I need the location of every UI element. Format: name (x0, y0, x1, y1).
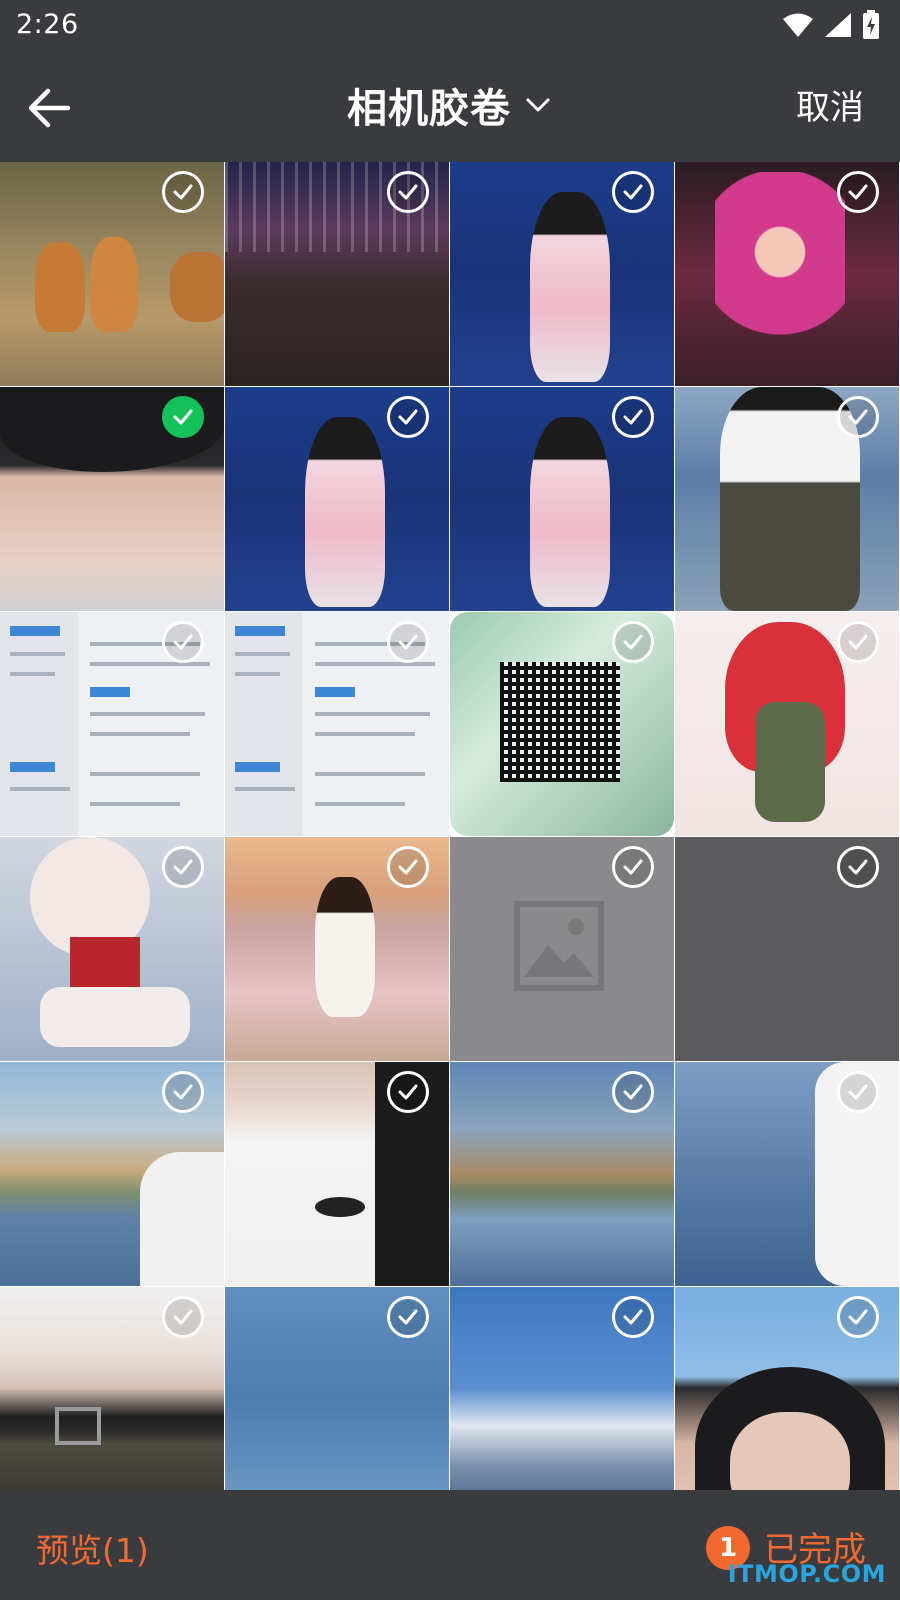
check-icon (398, 1309, 418, 1325)
select-checkbox[interactable] (162, 846, 204, 888)
select-checkbox[interactable] (162, 621, 204, 663)
select-checkbox[interactable] (837, 1296, 879, 1338)
cancel-button[interactable]: 取消 (796, 80, 864, 129)
grid-item-19[interactable] (675, 1062, 899, 1286)
select-checkbox[interactable] (837, 171, 879, 213)
select-checkbox[interactable] (612, 396, 654, 438)
check-icon (623, 409, 643, 425)
select-checkbox[interactable] (387, 621, 429, 663)
select-checkbox[interactable] (162, 1071, 204, 1113)
select-checkbox[interactable] (387, 1071, 429, 1113)
grid-item-6[interactable] (450, 387, 674, 611)
grid-item-5[interactable] (225, 387, 449, 611)
grid-item-9[interactable] (225, 612, 449, 836)
select-checkbox[interactable] (387, 1296, 429, 1338)
watermark: ITMOP.COM (727, 1560, 886, 1588)
grid-item-7[interactable] (675, 387, 899, 611)
select-checkbox[interactable] (612, 621, 654, 663)
grid-item-8[interactable] (0, 612, 224, 836)
bottom-bar: 预览(1) 1 已完成 ITMOP.COM (0, 1490, 900, 1600)
grid-item-1[interactable] (225, 162, 449, 386)
select-checkbox-checked[interactable] (162, 396, 204, 438)
select-checkbox[interactable] (837, 1071, 879, 1113)
grid-item-20[interactable] (0, 1287, 224, 1490)
check-icon (398, 859, 418, 875)
grid-item-10[interactable] (450, 612, 674, 836)
check-icon (173, 1309, 193, 1325)
status-icons (782, 10, 880, 40)
check-icon (848, 634, 868, 650)
check-icon (848, 1084, 868, 1100)
select-checkbox[interactable] (612, 1296, 654, 1338)
grid-item-17[interactable] (225, 1062, 449, 1286)
grid-item-22[interactable] (450, 1287, 674, 1490)
grid-item-4[interactable] (0, 387, 224, 611)
check-icon (848, 409, 868, 425)
photo-grid (0, 162, 900, 1490)
check-icon (623, 634, 643, 650)
grid-item-13[interactable] (225, 837, 449, 1061)
grid-item-21[interactable] (225, 1287, 449, 1490)
page-title: 相机胶卷 (347, 86, 511, 132)
select-checkbox[interactable] (837, 396, 879, 438)
grid-item-15[interactable] (675, 837, 899, 1061)
select-checkbox[interactable] (612, 1071, 654, 1113)
select-checkbox[interactable] (837, 846, 879, 888)
check-icon (398, 409, 418, 425)
check-icon (173, 1084, 193, 1100)
grid-item-18[interactable] (450, 1062, 674, 1286)
app-bar: 相机胶卷 取消 (0, 50, 900, 162)
signal-icon (825, 13, 851, 37)
select-checkbox[interactable] (612, 846, 654, 888)
grid-item-23[interactable] (675, 1287, 899, 1490)
check-icon (173, 409, 193, 425)
grid-item-3[interactable] (675, 162, 899, 386)
check-icon (173, 859, 193, 875)
grid-item-12[interactable] (0, 837, 224, 1061)
select-checkbox[interactable] (612, 171, 654, 213)
check-icon (623, 1309, 643, 1325)
check-icon (398, 1084, 418, 1100)
check-icon (848, 859, 868, 875)
check-icon (173, 184, 193, 200)
check-icon (173, 634, 193, 650)
select-checkbox[interactable] (387, 171, 429, 213)
grid-item-14[interactable] (450, 837, 674, 1061)
check-icon (848, 184, 868, 200)
check-icon (848, 1309, 868, 1325)
select-checkbox[interactable] (162, 171, 204, 213)
chevron-down-icon (526, 98, 550, 112)
select-checkbox[interactable] (162, 1296, 204, 1338)
album-selector[interactable]: 相机胶卷 (0, 76, 900, 134)
check-icon (398, 634, 418, 650)
wifi-icon (783, 13, 813, 37)
select-checkbox[interactable] (837, 621, 879, 663)
grid-item-2[interactable] (450, 162, 674, 386)
check-icon (623, 1084, 643, 1100)
grid-item-11[interactable] (675, 612, 899, 836)
select-checkbox[interactable] (387, 846, 429, 888)
preview-button[interactable]: 预览(1) (36, 1524, 149, 1572)
status-time: 2:26 (16, 9, 79, 40)
battery-charging-icon (863, 10, 879, 39)
status-bar: 2:26 (0, 0, 900, 50)
image-placeholder-icon (514, 901, 604, 991)
check-icon (623, 184, 643, 200)
check-icon (398, 184, 418, 200)
select-checkbox[interactable] (387, 396, 429, 438)
grid-item-16[interactable] (0, 1062, 224, 1286)
check-icon (623, 859, 643, 875)
grid-item-0[interactable] (0, 162, 224, 386)
